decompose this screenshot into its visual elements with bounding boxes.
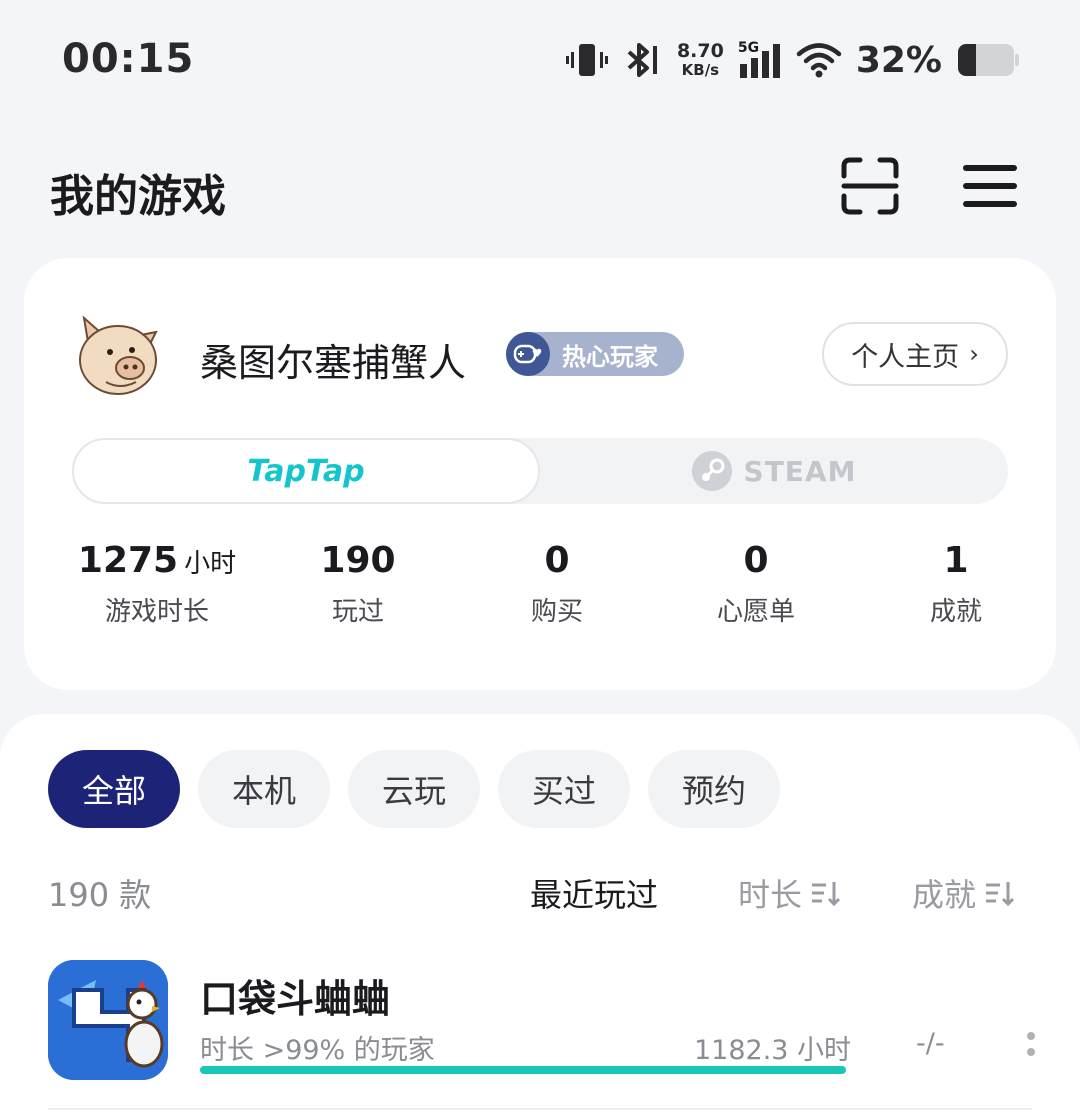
stat-label: 玩过 [331,597,384,627]
gamepad-heart-icon [506,332,550,376]
cellular-signal: 5G [738,40,782,80]
more-dot [1027,1048,1035,1056]
platform-switch: TapTap STEAM [72,438,1008,504]
chevron-right-icon: › [969,340,979,368]
game-list-sheet: 全部 本机 云玩 买过 预约 190 款 最近玩过 时长 成就 口袋斗蛐蛐 时长… [0,714,1080,1119]
stat-unit: 小时 [184,549,237,579]
status-time: 00:15 [62,36,195,82]
tab-taptap[interactable]: TapTap [72,438,540,504]
scan-button[interactable] [838,154,902,218]
stat-value: 1275 [77,540,179,581]
net-speed-value: 8.70 [676,40,724,62]
filter-all[interactable]: 全部 [48,750,180,828]
more-dot [1027,1032,1035,1040]
filter-cloud[interactable]: 云玩 [348,750,480,828]
sort-achievement-label: 成就 [912,876,977,914]
stat-wishlist[interactable]: 0 心愿单 [696,540,816,628]
game-cover-image [48,960,168,1080]
stat-played[interactable]: 190 玩过 [298,540,418,628]
game-hours: 1182.3 小时 [694,1035,852,1066]
stat-label: 成就 [929,597,982,627]
sort-icon [810,878,841,908]
sort-icon [984,878,1015,908]
sort-recent[interactable]: 最近玩过 [530,870,658,916]
filter-local[interactable]: 本机 [198,750,330,828]
stat-label: 心愿单 [716,597,795,627]
filter-chips: 全部 本机 云玩 买过 预约 [48,750,780,828]
stat-value: 190 [320,540,396,581]
profile-home-label: 个人主页 [851,341,960,373]
profile-card: 桑图尔塞捕蟹人 热心玩家 个人主页 › TapTap STEAM 1275 小时… [24,258,1056,690]
game-achievements: -/- [916,1028,945,1059]
game-list-item[interactable]: 口袋斗蛐蛐 时长 >99% 的玩家 1182.3 小时 -/- [48,960,1048,1090]
avatar[interactable] [70,306,166,402]
player-badge[interactable]: 热心玩家 [506,332,684,376]
stats-row: 1275 小时 游戏时长 190 玩过 0 购买 0 心愿单 1 成就 [24,540,1056,640]
username: 桑图尔塞捕蟹人 [200,341,467,385]
tab-steam[interactable]: STEAM [540,438,1008,504]
status-bar: 00:15 8.70 KB/s 5G 32% [0,0,1080,120]
more-options-button[interactable] [1016,1022,1046,1066]
game-title: 口袋斗蛐蛐 [200,977,391,1021]
stat-value: 1 [943,540,969,581]
network-type: 5G [737,40,760,56]
vibrate-icon [565,40,609,80]
pig-avatar-image [79,315,158,395]
scan-icon [841,157,899,215]
stat-playtime[interactable]: 1275 小时 游戏时长 [76,540,238,628]
stat-label: 游戏时长 [104,597,209,627]
steam-logo-icon [691,451,732,491]
sort-duration[interactable]: 时长 [738,870,841,916]
wifi-icon [796,40,842,80]
tab-steam-label: STEAM [743,454,857,488]
playtime-progress-bar [200,1066,846,1074]
sort-achievement[interactable]: 成就 [912,870,1015,916]
stat-value: 0 [544,540,570,581]
playtime-progress-fill [200,1066,846,1074]
battery-icon [956,40,1020,80]
net-speed: 8.70 KB/s [677,42,724,78]
stat-label: 购买 [530,597,583,627]
stat-value: 0 [743,540,769,581]
profile-home-button[interactable]: 个人主页 › [822,322,1008,386]
status-icons: 8.70 KB/s 5G 32% [565,36,1020,84]
game-count: 190 款 [48,876,152,914]
filter-reserved[interactable]: 预约 [648,750,780,828]
sort-duration-label: 时长 [738,876,803,914]
page-title: 我的游戏 [50,171,226,222]
row-divider [48,1108,1032,1110]
net-speed-unit: KB/s [681,61,720,79]
stat-achievements[interactable]: 1 成就 [896,540,1016,628]
bluetooth-icon [623,40,663,80]
game-percentile: 时长 >99% 的玩家 [200,1035,435,1066]
menu-icon [963,165,1017,207]
battery-percent: 32% [855,39,942,81]
badge-label: 热心玩家 [562,342,658,371]
game-icon [48,960,168,1080]
filter-purchased[interactable]: 买过 [498,750,630,828]
menu-button[interactable] [958,154,1022,218]
stat-purchased[interactable]: 0 购买 [497,540,617,628]
